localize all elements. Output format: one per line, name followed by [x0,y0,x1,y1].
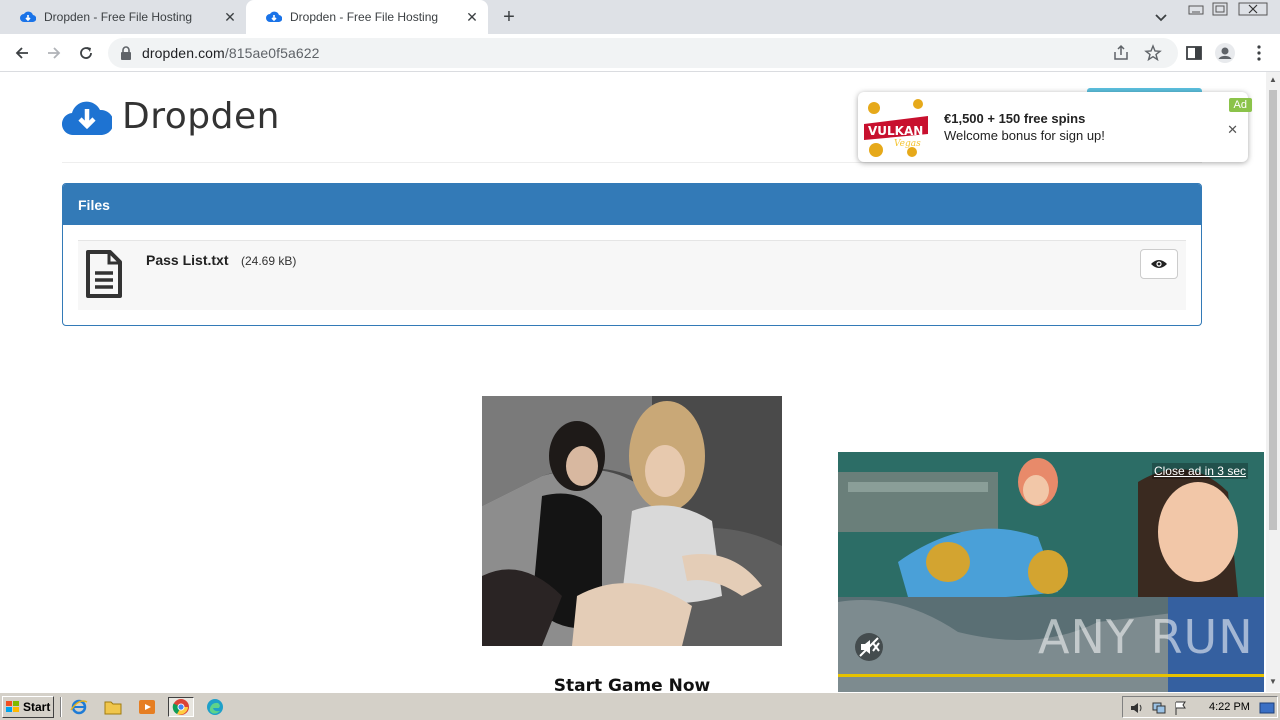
network-icon[interactable] [1151,700,1167,716]
tab-dropden-1[interactable]: Dropden - Free File Hosting ✕ [0,0,246,34]
volume-icon[interactable] [1129,700,1145,716]
site-name: Dropden [122,96,280,137]
tab-title: Dropden - Free File Hosting [290,10,439,24]
web-page: Dropden Files Pass List.txt (24.69 kB) S… [0,72,1266,692]
close-ad-countdown[interactable]: Close ad in 3 sec [1151,463,1248,479]
tab-title: Dropden - Free File Hosting [44,10,193,24]
taskbar-separator [60,697,62,717]
screen: Dropden - Free File Hosting ✕ Dropden - … [0,0,1280,720]
eye-icon [1151,260,1167,268]
address-bar[interactable]: dropden.com/815ae0f5a622 [108,38,1178,68]
notification-ad[interactable]: VULKAN Vegas €1,500 + 150 free spins Wel… [858,92,1252,162]
cloud-download-icon [62,101,112,135]
reload-icon[interactable] [75,42,97,64]
restore-icon[interactable] [1210,2,1230,16]
start-button[interactable]: Start [2,696,54,718]
casino-logo: VULKAN Vegas [860,94,932,160]
files-panel-heading: Files [63,184,1201,225]
bookmark-star-icon[interactable] [1144,44,1162,62]
windows-logo-icon [6,701,19,712]
muted-speaker-icon[interactable] [854,632,884,662]
svg-text:VULKAN: VULKAN [868,124,923,138]
scroll-down-icon[interactable]: ▼ [1269,678,1277,686]
file-explorer-icon[interactable] [102,697,124,717]
cloud-download-icon [266,9,282,25]
file-text-icon [86,250,122,298]
start-label: Start [23,700,51,714]
ad-badge: Ad [1228,98,1252,112]
chrome-taskbar-icon[interactable] [168,697,194,717]
video-ad[interactable]: Close ad in 3 sec ANY RUN [838,452,1264,692]
game-ad-image[interactable] [482,396,782,646]
notification-body: Welcome bonus for sign up! [944,128,1105,143]
new-tab-icon[interactable]: + [498,7,520,27]
taskbar: Start 4:22 PM [0,692,1280,720]
url-host: dropden.com [142,45,225,61]
system-tray: 4:22 PM [1122,696,1278,718]
cloud-download-icon [20,9,36,25]
media-player-icon[interactable] [136,697,158,717]
tab-strip: Dropden - Free File Hosting ✕ Dropden - … [0,0,1280,34]
profile-icon[interactable] [1214,42,1236,64]
scroll-up-icon[interactable]: ▲ [1269,76,1277,84]
files-panel: Files Pass List.txt (24.69 kB) [62,183,1202,326]
share-icon[interactable] [1112,44,1130,62]
view-file-button[interactable] [1140,249,1178,279]
url-path: /815ae0f5a622 [224,45,320,61]
close-tab-icon[interactable]: ✕ [222,9,238,25]
clock: 4:22 PM [1209,701,1250,713]
close-notification-icon[interactable]: ✕ [1227,122,1238,138]
internet-explorer-icon[interactable] [68,697,90,717]
url-text: dropden.com/815ae0f5a622 [142,45,320,61]
header-divider [62,162,1202,163]
chevron-down-icon[interactable] [1152,8,1170,26]
watermark: ANY RUN [1038,610,1254,664]
forward-icon[interactable] [43,42,65,64]
file-name[interactable]: Pass List.txt [146,252,228,268]
show-desktop-icon[interactable] [1259,700,1275,716]
notification-title: €1,500 + 150 free spins [944,111,1086,126]
page-scrollbar[interactable]: ▲ ▼ [1266,72,1280,692]
file-row[interactable]: Pass List.txt (24.69 kB) [78,240,1186,310]
site-logo[interactable]: Dropden [62,96,280,137]
tab-dropden-2[interactable]: Dropden - Free File Hosting ✕ [246,0,488,34]
action-center-flag-icon[interactable] [1173,700,1189,716]
lock-icon[interactable] [120,46,132,60]
edge-icon[interactable] [204,697,226,717]
minimize-icon[interactable] [1186,2,1206,16]
browser-toolbar: dropden.com/815ae0f5a622 [0,34,1280,72]
file-size: (24.69 kB) [241,254,297,268]
menu-kebab-icon[interactable] [1248,42,1270,64]
back-icon[interactable] [11,42,33,64]
side-panel-icon[interactable] [1183,42,1205,64]
start-game-button[interactable]: Start Game Now [482,676,782,692]
close-window-icon[interactable] [1238,2,1268,16]
svg-text:Vegas: Vegas [894,139,921,149]
scrollbar-thumb[interactable] [1269,90,1277,530]
close-tab-icon[interactable]: ✕ [464,9,480,25]
